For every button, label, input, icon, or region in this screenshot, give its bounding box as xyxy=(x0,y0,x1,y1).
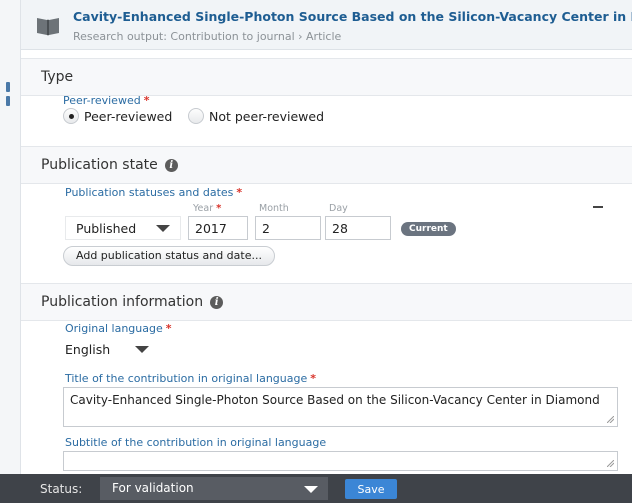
label-text: Original language xyxy=(65,322,163,335)
select-value: English xyxy=(65,341,111,357)
label-text: Year xyxy=(193,203,214,214)
info-icon[interactable]: i xyxy=(164,158,178,172)
radio-peer-reviewed[interactable]: Peer-reviewed xyxy=(63,108,172,124)
select-value: Published xyxy=(76,220,137,236)
subtitle-original-textarea[interactable] xyxy=(63,451,618,471)
content-title: Cavity-Enhanced Single-Photon Source Bas… xyxy=(73,9,632,24)
radio-not-peer-reviewed[interactable]: Not peer-reviewed xyxy=(188,108,324,124)
section-type-header: Type xyxy=(21,58,632,96)
left-edge-strip xyxy=(0,0,20,503)
status-select[interactable]: For validation xyxy=(100,477,328,500)
publication-status-select[interactable]: Published xyxy=(65,216,181,240)
edge-marker xyxy=(6,82,10,92)
required-marker: * xyxy=(236,186,243,199)
section-title: Publication information i xyxy=(41,294,224,310)
chevron-down-icon xyxy=(156,224,170,232)
content-type-breadcrumb: Research output: Contribution to journal… xyxy=(73,30,342,43)
section-publication-info-header: Publication information i xyxy=(21,283,632,321)
month-input[interactable]: 2 xyxy=(255,216,321,240)
title-original-textarea[interactable]: Cavity-Enhanced Single-Photon Source Bas… xyxy=(63,387,618,427)
textarea-value: Cavity-Enhanced Single-Photon Source Bas… xyxy=(70,393,600,407)
content-header: Cavity-Enhanced Single-Photon Source Bas… xyxy=(21,0,632,50)
add-publication-status-button[interactable]: Add publication status and date... xyxy=(63,246,275,266)
label-text: Title of the contribution in original la… xyxy=(65,372,308,385)
year-label: Year * xyxy=(193,203,221,214)
original-language-label: Original language * xyxy=(65,322,172,335)
status-footer-bar: Status: For validation Save xyxy=(0,474,632,503)
remove-status-icon[interactable] xyxy=(593,206,603,208)
required-marker: * xyxy=(165,322,172,335)
required-marker: * xyxy=(216,203,222,214)
section-title-text: Publication information xyxy=(41,294,204,310)
subtitle-original-label: Subtitle of the contribution in original… xyxy=(65,436,327,449)
editor-panel: Cavity-Enhanced Single-Photon Source Bas… xyxy=(20,0,632,474)
original-language-select[interactable]: English xyxy=(59,337,159,361)
peer-reviewed-label: Peer-reviewed * xyxy=(63,94,149,107)
section-title-text: Publication state xyxy=(41,157,158,173)
title-original-label: Title of the contribution in original la… xyxy=(65,372,316,385)
required-marker: * xyxy=(310,372,316,385)
radio-button-checked[interactable] xyxy=(63,108,79,124)
day-input[interactable]: 28 xyxy=(325,216,391,240)
radio-label: Peer-reviewed xyxy=(84,108,173,124)
resize-handle-icon[interactable] xyxy=(607,416,614,423)
month-label: Month xyxy=(259,203,289,214)
current-status-badge: Current xyxy=(401,222,456,236)
section-title: Publication state i xyxy=(41,157,178,173)
chevron-down-icon xyxy=(135,345,149,353)
section-title: Type xyxy=(41,69,74,85)
chevron-down-icon xyxy=(304,486,318,493)
info-icon[interactable]: i xyxy=(210,295,224,309)
book-icon xyxy=(37,18,59,36)
label-text: Peer-reviewed xyxy=(63,94,141,107)
publication-statuses-label: Publication statuses and dates * xyxy=(65,186,242,199)
select-value: For validation xyxy=(112,481,194,495)
required-marker: * xyxy=(143,94,150,107)
save-button[interactable]: Save xyxy=(345,479,397,499)
edge-marker xyxy=(6,96,10,106)
resize-handle-icon[interactable] xyxy=(607,460,614,467)
day-label: Day xyxy=(329,203,348,214)
status-label: Status: xyxy=(40,482,83,496)
year-input[interactable]: 2017 xyxy=(188,216,248,240)
label-text: Publication statuses and dates xyxy=(65,186,234,199)
section-publication-state-header: Publication state i xyxy=(21,146,632,184)
radio-label: Not peer-reviewed xyxy=(209,108,325,124)
radio-button[interactable] xyxy=(188,108,204,124)
